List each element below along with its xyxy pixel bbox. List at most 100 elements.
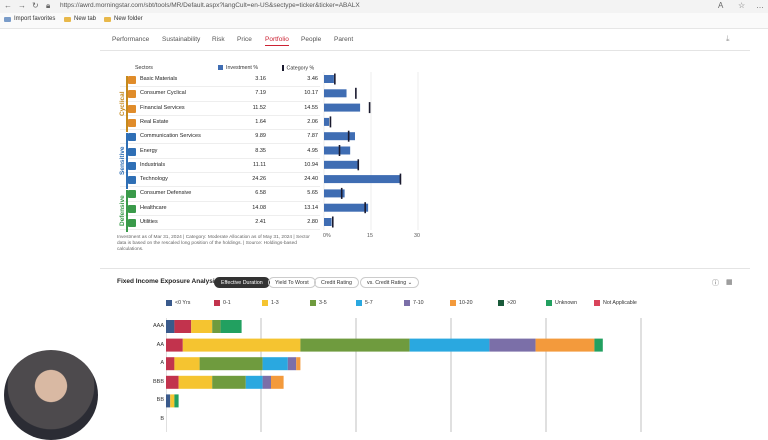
refresh-icon[interactable]: ↻ bbox=[32, 1, 39, 10]
sector-row: Real Estate 1.64 2.06 bbox=[120, 116, 320, 131]
fixed-income-stacked-chart bbox=[166, 318, 642, 432]
category-marker bbox=[329, 116, 332, 128]
pill-effective-duration[interactable]: Effective Duration bbox=[214, 277, 270, 288]
tab-risk[interactable]: Risk bbox=[212, 36, 225, 43]
sector-name: Utilities bbox=[140, 219, 158, 225]
x-tick-label: 15 bbox=[367, 233, 373, 239]
legend-item: Not Applicable bbox=[594, 300, 637, 306]
investment-bar bbox=[324, 203, 369, 212]
download-icon[interactable]: ⤓ bbox=[726, 34, 730, 44]
chevron-down-icon: ⌄ bbox=[407, 280, 413, 286]
bookmark-import-favorites[interactable]: Import favorites bbox=[4, 16, 55, 22]
dropdown-vs-credit-rating[interactable]: vs. Credit Rating ⌄ bbox=[360, 277, 420, 288]
table-view-icon[interactable]: ▦ bbox=[726, 278, 733, 286]
stack-segment bbox=[191, 320, 213, 333]
sector-name: Energy bbox=[140, 147, 158, 154]
y-tick-label: BBB bbox=[152, 378, 164, 385]
stack-segment bbox=[166, 357, 175, 371]
sector-name: Real Estate bbox=[140, 118, 169, 125]
legend-label: >20 bbox=[507, 300, 516, 306]
stack-segment bbox=[166, 320, 175, 333]
sector-category-value: 5.65 bbox=[307, 190, 318, 197]
legend-label: 10-20 bbox=[459, 300, 473, 306]
sector-bar-chart: 0% 15 30 bbox=[323, 72, 420, 239]
tab-people[interactable]: People bbox=[301, 36, 321, 43]
stack-segment bbox=[489, 338, 536, 352]
fixed-income-title: Fixed Income Exposure Analysis bbox=[117, 278, 219, 285]
col-investment: Investment % bbox=[218, 65, 258, 71]
investment-bar bbox=[324, 218, 332, 226]
category-marker bbox=[368, 102, 371, 114]
tab-sustainability[interactable]: Sustainability bbox=[162, 36, 200, 43]
tab-price[interactable]: Price bbox=[237, 36, 252, 43]
legend-label: 5-7 bbox=[365, 300, 373, 306]
sector-icon bbox=[128, 76, 136, 84]
category-marker bbox=[340, 187, 343, 199]
sector-icon bbox=[128, 161, 136, 170]
legend-swatch bbox=[214, 300, 220, 306]
legend-swatch bbox=[404, 300, 410, 306]
tab-parent[interactable]: Parent bbox=[334, 36, 353, 43]
sector-icon bbox=[128, 176, 136, 185]
legend-item: 3-5 bbox=[310, 300, 327, 306]
legend-swatch bbox=[498, 300, 504, 306]
tabs-divider bbox=[100, 50, 750, 51]
pill-credit-rating[interactable]: Credit Rating bbox=[314, 277, 359, 288]
pill-yield-to-worst[interactable]: Yield To Worst bbox=[268, 277, 316, 288]
investment-bar bbox=[324, 75, 334, 83]
sector-investment-value: 14.08 bbox=[252, 204, 266, 211]
favorite-star-icon[interactable]: ☆ bbox=[738, 1, 745, 10]
investment-bar bbox=[324, 146, 351, 155]
investment-bar bbox=[324, 103, 361, 112]
legend-item: 5-7 bbox=[356, 300, 373, 306]
legend-swatch bbox=[262, 300, 268, 306]
folder-icon bbox=[64, 16, 71, 22]
bookmark-new-folder[interactable]: New folder bbox=[104, 16, 143, 22]
legend-swatch bbox=[166, 300, 172, 306]
back-icon[interactable]: ← bbox=[4, 1, 12, 10]
info-icon[interactable]: ⓘ bbox=[712, 278, 719, 288]
sector-icon bbox=[128, 104, 136, 113]
import-icon bbox=[4, 16, 11, 22]
sector-icon bbox=[128, 118, 136, 127]
legend-swatch bbox=[594, 300, 600, 306]
legend-swatch bbox=[310, 300, 316, 306]
stack-segment bbox=[174, 394, 179, 408]
legend-item: >20 bbox=[498, 300, 516, 306]
category-marker bbox=[338, 145, 341, 156]
read-aloud-icon[interactable]: A bbox=[718, 1, 723, 10]
y-tick-label: BB bbox=[156, 397, 164, 404]
sector-row: Financial Services 11.52 14.55 bbox=[120, 102, 320, 116]
y-tick-label: A bbox=[160, 360, 164, 367]
browser-address-bar[interactable]: ← → ↻ 🔒︎ https://awrd.morningstar.com/sb… bbox=[0, 0, 768, 13]
bookmark-label: New folder bbox=[114, 16, 143, 22]
stack-segment bbox=[166, 375, 179, 389]
tab-portfolio[interactable]: Portfolio bbox=[265, 36, 289, 46]
legend-item: Unknown bbox=[546, 300, 577, 306]
forward-icon[interactable]: → bbox=[18, 1, 26, 10]
sector-category-value: 7.87 bbox=[307, 133, 318, 140]
sector-investment-value: 24.26 bbox=[252, 176, 266, 183]
investment-bar bbox=[324, 117, 330, 126]
stack-segment bbox=[300, 338, 410, 352]
sector-icon bbox=[128, 90, 136, 99]
legend-item: 0-1 bbox=[214, 300, 231, 306]
category-marker bbox=[364, 202, 366, 214]
legend-swatch bbox=[450, 300, 456, 306]
group-bracket bbox=[126, 76, 128, 132]
sector-name: Healthcare bbox=[140, 204, 167, 211]
sector-investment-value: 1.64 bbox=[255, 118, 266, 125]
tab-performance[interactable]: Performance bbox=[112, 36, 149, 43]
sector-footnote: Investment as of Mar 31, 2024 | Category… bbox=[117, 235, 310, 252]
bookmark-new-tab[interactable]: New tab bbox=[64, 16, 96, 22]
stack-segment bbox=[262, 375, 271, 389]
sector-row: Technology 24.26 24.40 bbox=[120, 173, 320, 188]
sector-row: Consumer Cyclical 7.19 10.17 bbox=[120, 87, 320, 102]
sector-row: Industrials 11.11 10.94 bbox=[120, 159, 320, 174]
category-marker bbox=[282, 65, 284, 71]
sector-row: Communication Services 9.89 7.87 bbox=[120, 130, 320, 145]
url-text[interactable]: https://awrd.morningstar.com/sbt/tools/M… bbox=[60, 2, 360, 9]
bookmarks-bar: Import favorites New tab New folder bbox=[0, 13, 768, 29]
more-icon[interactable]: … bbox=[756, 1, 764, 10]
stack-segment bbox=[245, 375, 263, 389]
